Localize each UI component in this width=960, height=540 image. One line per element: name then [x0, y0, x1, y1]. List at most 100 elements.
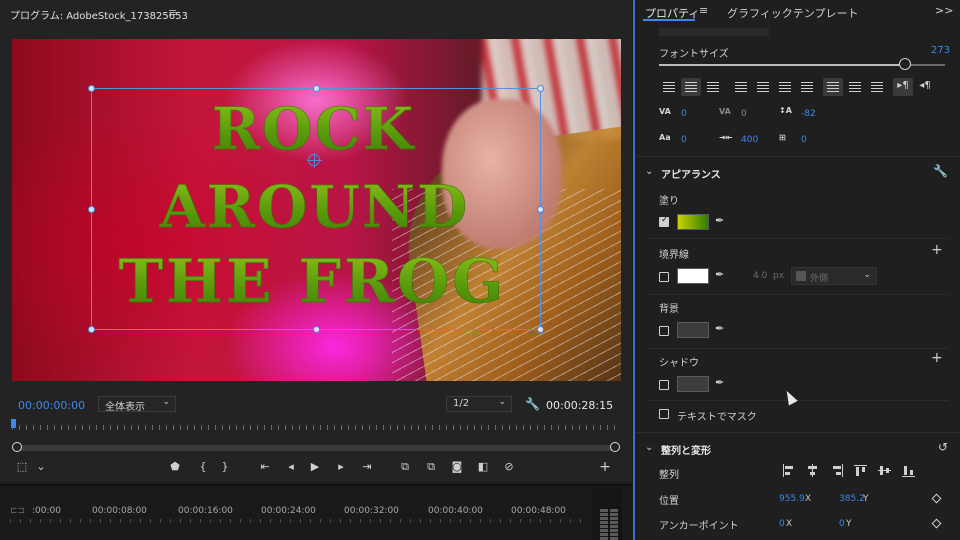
- align-bottom-icon[interactable]: [867, 78, 887, 96]
- timeline-ruler[interactable]: ⊏⊐ :00:00 00:00:08:00 00:00:16:00 00:00:…: [0, 504, 590, 518]
- appearance-section-header[interactable]: ⌄ アピアランス 🔧: [635, 156, 960, 186]
- mark-in-icon[interactable]: {: [196, 460, 210, 474]
- scrollbar-right-handle[interactable]: [610, 442, 620, 452]
- align-bottom-edges-icon[interactable]: [901, 463, 917, 479]
- align-right-icon[interactable]: [703, 78, 723, 96]
- font-size-value[interactable]: 273: [931, 45, 950, 56]
- handle-bottom-right[interactable]: [537, 326, 544, 333]
- align-horizontal-centers-icon[interactable]: [805, 463, 821, 479]
- align-middle-icon[interactable]: [845, 78, 865, 96]
- reset-icon[interactable]: ↺: [938, 440, 948, 454]
- handle-top-center[interactable]: [313, 85, 320, 92]
- align-top-edges-icon[interactable]: [853, 463, 869, 479]
- anchor-keyframe-icon[interactable]: [931, 518, 942, 529]
- settings-wrench-icon[interactable]: 🔧: [525, 397, 540, 411]
- justify-right-icon[interactable]: [775, 78, 795, 96]
- tabs-overflow-icon[interactable]: >>: [935, 4, 953, 17]
- add-shadow-icon[interactable]: +: [931, 350, 943, 366]
- chevron-down-icon[interactable]: ⌄: [645, 166, 653, 177]
- divider: [649, 348, 949, 349]
- handle-top-left[interactable]: [88, 85, 95, 92]
- anchor-point-crosshair-icon[interactable]: [307, 153, 322, 168]
- handle-middle-left[interactable]: [88, 206, 95, 213]
- fill-eyedropper-icon[interactable]: ✒: [715, 214, 724, 227]
- playhead-timecode[interactable]: 00:00:00:00: [18, 399, 85, 412]
- extract-icon[interactable]: ⧉: [422, 460, 440, 474]
- wrench-icon[interactable]: 🔧: [933, 164, 948, 178]
- chevron-down-icon[interactable]: ⌄: [645, 442, 653, 453]
- position-x-value[interactable]: 955.9: [779, 494, 805, 504]
- font-size-slider-knob[interactable]: [898, 58, 911, 70]
- step-forward-icon[interactable]: ▸: [334, 460, 348, 474]
- go-to-out-icon[interactable]: ⇥: [358, 460, 376, 474]
- comparison-view-icon[interactable]: ◧: [474, 460, 492, 474]
- align-top-icon[interactable]: [823, 78, 843, 96]
- duration-timecode: 00:00:28:15: [546, 399, 614, 412]
- align-center-icon[interactable]: [681, 78, 701, 96]
- handle-top-right[interactable]: [537, 85, 544, 92]
- background-eyedropper-icon[interactable]: ✒: [715, 322, 724, 335]
- export-frame-icon[interactable]: ◙: [448, 460, 466, 474]
- justify-center-icon[interactable]: [753, 78, 773, 96]
- tab-graphics-templates[interactable]: グラフィックテンプレート: [727, 5, 858, 21]
- scrollbar-left-handle[interactable]: [12, 442, 22, 452]
- font-select-partial[interactable]: [659, 28, 769, 36]
- align-left-icon[interactable]: [659, 78, 679, 96]
- rtl-direction-icon[interactable]: ◂¶: [915, 78, 935, 96]
- playback-resolution-select[interactable]: 1/2 ⌄: [446, 396, 512, 412]
- anchor-y-value[interactable]: 0: [839, 519, 845, 529]
- background-checkbox[interactable]: [659, 326, 669, 336]
- shadow-eyedropper-icon[interactable]: ✒: [715, 376, 724, 389]
- chevron-down-icon: ⌄: [863, 270, 871, 280]
- anchor-x-value[interactable]: 0: [779, 519, 785, 529]
- mask-with-text-label[interactable]: テキストでマスク: [677, 408, 757, 423]
- shadow-checkbox[interactable]: [659, 380, 669, 390]
- justify-left-icon[interactable]: [731, 78, 751, 96]
- button-editor-plus-icon[interactable]: +: [598, 460, 612, 474]
- video-frame[interactable]: ROCK AROUND THE FROG: [12, 39, 621, 381]
- fill-color-swatch[interactable]: [677, 214, 709, 230]
- kerning-icon: VA: [719, 107, 731, 116]
- zoom-level-select[interactable]: 全体表示 ⌄: [98, 396, 176, 413]
- shadow-color-swatch[interactable]: [677, 376, 709, 392]
- position-y-value[interactable]: 385.2: [839, 494, 865, 504]
- add-stroke-icon[interactable]: +: [931, 242, 943, 258]
- fill-checkbox[interactable]: [659, 215, 669, 227]
- baseline-shift-value[interactable]: 0: [681, 135, 687, 145]
- justify-all-icon[interactable]: [797, 78, 817, 96]
- lift-icon[interactable]: ⧉: [396, 460, 414, 474]
- proxy-toggle-icon[interactable]: ⊘: [500, 460, 518, 474]
- step-back-icon[interactable]: ◂: [284, 460, 298, 474]
- handle-bottom-left[interactable]: [88, 326, 95, 333]
- text-bounding-box[interactable]: [88, 85, 544, 333]
- mask-with-text-checkbox[interactable]: [659, 409, 669, 419]
- tracking-value[interactable]: 0: [681, 109, 687, 119]
- stroke-eyedropper-icon[interactable]: ✒: [715, 268, 724, 281]
- monitor-title[interactable]: プログラム: AdobeStock_173825653: [10, 7, 188, 22]
- chevron-down-icon[interactable]: ⌄: [34, 460, 48, 474]
- hamburger-menu-icon[interactable]: ≡: [699, 4, 708, 17]
- align-transform-section-header[interactable]: ⌄ 整列と変形 ↺: [635, 432, 960, 462]
- go-to-in-icon[interactable]: ⇤: [256, 460, 274, 474]
- ltr-direction-icon[interactable]: ▸¶: [893, 78, 913, 96]
- leading-value[interactable]: -82: [801, 109, 816, 119]
- hamburger-menu-icon[interactable]: ≡: [168, 6, 177, 19]
- monitor-time-ruler[interactable]: [12, 421, 619, 433]
- align-left-edges-icon[interactable]: [781, 463, 797, 479]
- safe-margins-icon[interactable]: ⬚: [14, 460, 30, 474]
- mark-out-icon[interactable]: }: [218, 460, 232, 474]
- handle-middle-right[interactable]: [537, 206, 544, 213]
- stroke-checkbox[interactable]: [659, 272, 669, 282]
- align-vertical-centers-icon[interactable]: [877, 463, 893, 479]
- handle-bottom-center[interactable]: [313, 326, 320, 333]
- add-marker-icon[interactable]: ⬟: [168, 460, 182, 474]
- playhead-marker[interactable]: [11, 419, 16, 428]
- position-keyframe-icon[interactable]: [931, 493, 942, 504]
- background-color-swatch[interactable]: [677, 322, 709, 338]
- tab-width-value[interactable]: 0: [801, 135, 807, 145]
- monitor-zoom-scrollbar[interactable]: [14, 445, 619, 451]
- align-right-edges-icon[interactable]: [829, 463, 845, 479]
- play-icon[interactable]: ▶: [308, 460, 322, 474]
- stroke-color-swatch[interactable]: [677, 268, 709, 284]
- tsume-value[interactable]: 400: [741, 135, 758, 145]
